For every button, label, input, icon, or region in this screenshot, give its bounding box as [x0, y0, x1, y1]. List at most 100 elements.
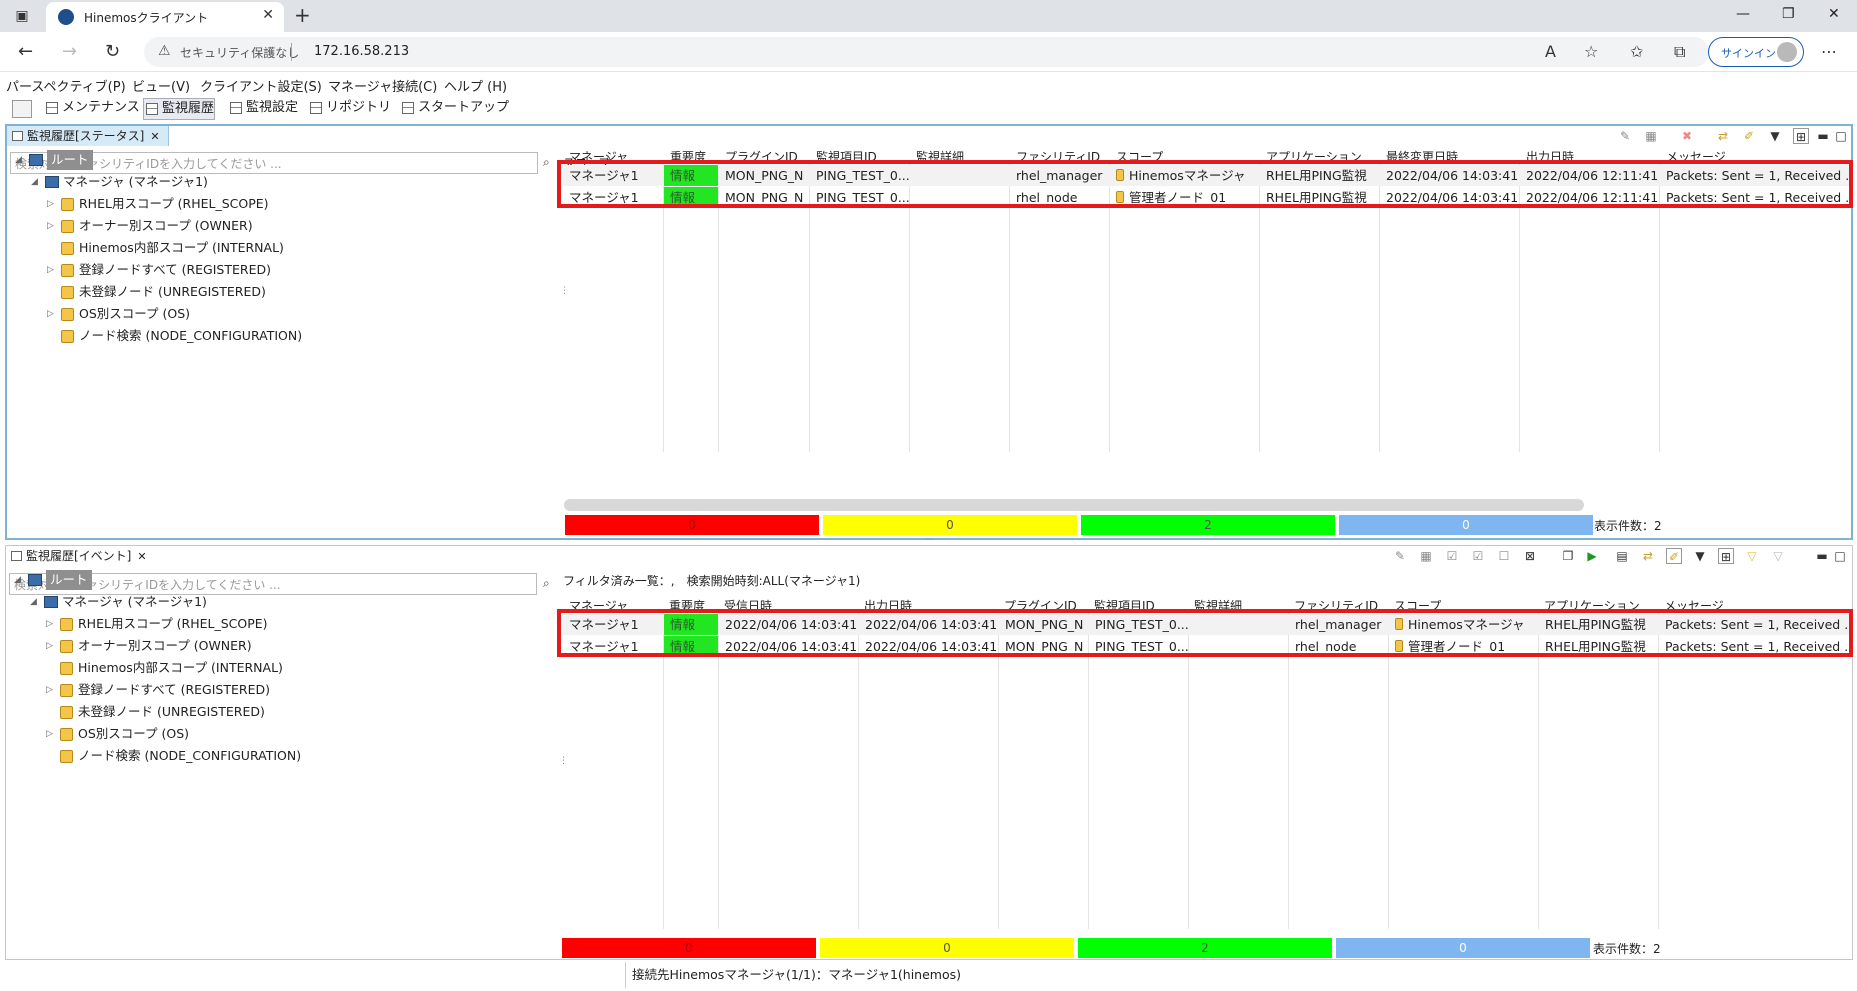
expand-arrow-icon[interactable]: ▷: [46, 680, 53, 700]
select-all-icon[interactable]: ⊠: [1522, 548, 1538, 564]
column-header[interactable]: メッセージ: [1664, 599, 1844, 613]
favorites-icon[interactable]: ✩: [1630, 42, 1643, 61]
more-menu-icon[interactable]: ⋯: [1821, 42, 1837, 61]
column-header[interactable]: 出力日時: [1526, 150, 1662, 164]
collapse-arrow-icon[interactable]: ◢: [14, 570, 21, 590]
auto-refresh-icon[interactable]: ✐: [1666, 548, 1682, 564]
close-view-icon[interactable]: ✕: [150, 130, 159, 143]
perspective-monitor-history[interactable]: 監視履歴: [143, 98, 216, 120]
column-header[interactable]: 監視詳細: [916, 150, 1012, 164]
expand-arrow-icon[interactable]: ▷: [46, 614, 53, 634]
minimize-window-icon[interactable]: —: [1736, 6, 1750, 22]
signin-button[interactable]: サインイン: [1708, 37, 1804, 67]
collapse-arrow-icon[interactable]: ◢: [15, 150, 22, 170]
edit-icon[interactable]: ✎: [1617, 128, 1633, 144]
horizontal-scrollbar[interactable]: [564, 499, 1584, 511]
menu-manager-connection[interactable]: マネージャ接続(C): [328, 76, 437, 95]
open-perspective-icon[interactable]: [12, 100, 32, 118]
column-header[interactable]: マネージャ: [569, 150, 649, 164]
back-arrow-icon[interactable]: ←: [18, 41, 33, 62]
filter-icon[interactable]: ▼: [1692, 548, 1708, 564]
confirm-icon[interactable]: ☑: [1444, 548, 1460, 564]
column-header[interactable]: マネージャ: [569, 599, 649, 613]
column-header[interactable]: プラグインID: [1004, 599, 1084, 613]
expand-arrow-icon[interactable]: ▷: [46, 724, 53, 744]
maximize-view-icon[interactable]: □: [1833, 128, 1849, 144]
forward-arrow-icon[interactable]: →: [62, 41, 77, 62]
new-tab-icon[interactable]: +: [294, 3, 311, 27]
read-aloud-icon[interactable]: A: [1545, 42, 1556, 61]
expand-arrow-icon[interactable]: ▷: [47, 194, 54, 214]
expand-arrow-icon[interactable]: ▷: [47, 260, 54, 280]
column-header[interactable]: 重要度: [669, 599, 719, 613]
column-header[interactable]: 出力日時: [864, 599, 994, 613]
filter-clear-icon[interactable]: ▽: [1770, 548, 1786, 564]
restore-window-icon[interactable]: ❐: [1782, 6, 1795, 22]
column-header[interactable]: アプリケーション: [1544, 599, 1654, 613]
column-header[interactable]: メッセージ: [1666, 150, 1846, 164]
column-header[interactable]: スコープ: [1394, 599, 1534, 613]
security-status[interactable]: セキュリティ保護なし: [180, 44, 299, 61]
table-row[interactable]: マネージャ1 情報 2022/04/06 14:03:41 2022/04/06…: [563, 614, 1850, 635]
run-icon[interactable]: ▶: [1584, 548, 1600, 564]
column-header[interactable]: アプリケーション: [1266, 150, 1382, 164]
perspective-maintenance[interactable]: メンテナンス: [44, 98, 140, 120]
add-favorite-icon[interactable]: ☆: [1584, 42, 1598, 61]
auto-refresh-icon[interactable]: ✐: [1741, 128, 1757, 144]
search-icon[interactable]: ⌕: [543, 576, 557, 591]
perspective-monitor-settings[interactable]: 監視設定: [228, 98, 298, 120]
reload-icon[interactable]: ↻: [105, 41, 120, 62]
perspective-repository[interactable]: リポジトリ: [308, 98, 391, 120]
scope-tree-toggle-icon[interactable]: ⊞: [1718, 548, 1734, 564]
column-header[interactable]: プラグインID: [725, 150, 811, 164]
tab-event-history[interactable]: 監視履歴[イベント] ✕: [6, 546, 155, 566]
column-header[interactable]: 監視項目ID: [1094, 599, 1184, 613]
search-icon[interactable]: ⌕: [543, 155, 557, 170]
filter-icon[interactable]: ▼: [1767, 128, 1783, 144]
new-document-icon[interactable]: ❐: [1560, 548, 1576, 564]
menu-perspective[interactable]: パースペクティブ(P): [6, 76, 126, 95]
unconfirm-icon[interactable]: ☐: [1496, 548, 1512, 564]
delete-icon[interactable]: ✖: [1679, 128, 1695, 144]
table-row[interactable]: マネージャ1 情報 MON_PNG_N PING_TEST_0... rhel_…: [563, 187, 1850, 208]
column-header[interactable]: ファシリティID: [1016, 150, 1112, 164]
refresh-icon[interactable]: ⇄: [1640, 548, 1656, 564]
column-header[interactable]: 監視項目ID: [816, 150, 912, 164]
expand-arrow-icon[interactable]: ▷: [47, 304, 54, 324]
url-text[interactable]: 172.16.58.213: [314, 44, 409, 59]
confirm-all-icon[interactable]: ☑: [1470, 548, 1486, 564]
maximize-view-icon[interactable]: □: [1832, 548, 1848, 564]
tab-status-history[interactable]: 監視履歴[ステータス] ✕: [7, 126, 169, 146]
table-row[interactable]: マネージャ1 情報 MON_PNG_N PING_TEST_0... rhel_…: [563, 165, 1850, 186]
edit-icon[interactable]: ✎: [1392, 548, 1408, 564]
perspective-startup[interactable]: スタートアップ: [400, 98, 509, 120]
close-view-icon[interactable]: ✕: [137, 550, 146, 563]
column-header[interactable]: 受信日時: [724, 599, 854, 613]
menu-client-settings[interactable]: クライアント設定(S): [200, 76, 322, 95]
table-row[interactable]: マネージャ1 情報 2022/04/06 14:03:41 2022/04/06…: [563, 636, 1850, 657]
menu-view[interactable]: ビュー(V): [132, 76, 190, 95]
menu-help[interactable]: ヘルプ (H): [444, 76, 507, 95]
filter-setting-icon[interactable]: ▽: [1744, 548, 1760, 564]
minimize-view-icon[interactable]: ▬: [1814, 548, 1830, 564]
tab-actions-icon[interactable]: ▣: [10, 6, 34, 26]
column-header[interactable]: 重要度: [670, 150, 720, 164]
columns-icon[interactable]: ▤: [1614, 548, 1630, 564]
collapse-arrow-icon[interactable]: ◢: [30, 592, 37, 612]
url-bar[interactable]: ⚠ セキュリティ保護なし 172.16.58.213: [144, 37, 1709, 67]
collections-icon[interactable]: ⧉: [1674, 42, 1685, 62]
close-tab-icon[interactable]: ✕: [262, 7, 274, 23]
expand-arrow-icon[interactable]: ▷: [47, 216, 54, 236]
table-icon[interactable]: ▦: [1643, 128, 1659, 144]
expand-arrow-icon[interactable]: ▷: [46, 636, 53, 656]
column-header[interactable]: スコープ: [1116, 150, 1262, 164]
collapse-arrow-icon[interactable]: ◢: [31, 172, 38, 192]
table-icon[interactable]: ▦: [1418, 548, 1434, 564]
column-header[interactable]: 最終変更日時: [1386, 150, 1522, 164]
refresh-icon[interactable]: ⇄: [1715, 128, 1731, 144]
minimize-view-icon[interactable]: ▬: [1815, 128, 1831, 144]
column-header[interactable]: ファシリティID: [1294, 599, 1384, 613]
column-header[interactable]: 監視詳細: [1194, 599, 1284, 613]
close-window-icon[interactable]: ✕: [1828, 6, 1840, 22]
browser-tab[interactable]: Hinemosクライアント ✕: [46, 2, 284, 32]
